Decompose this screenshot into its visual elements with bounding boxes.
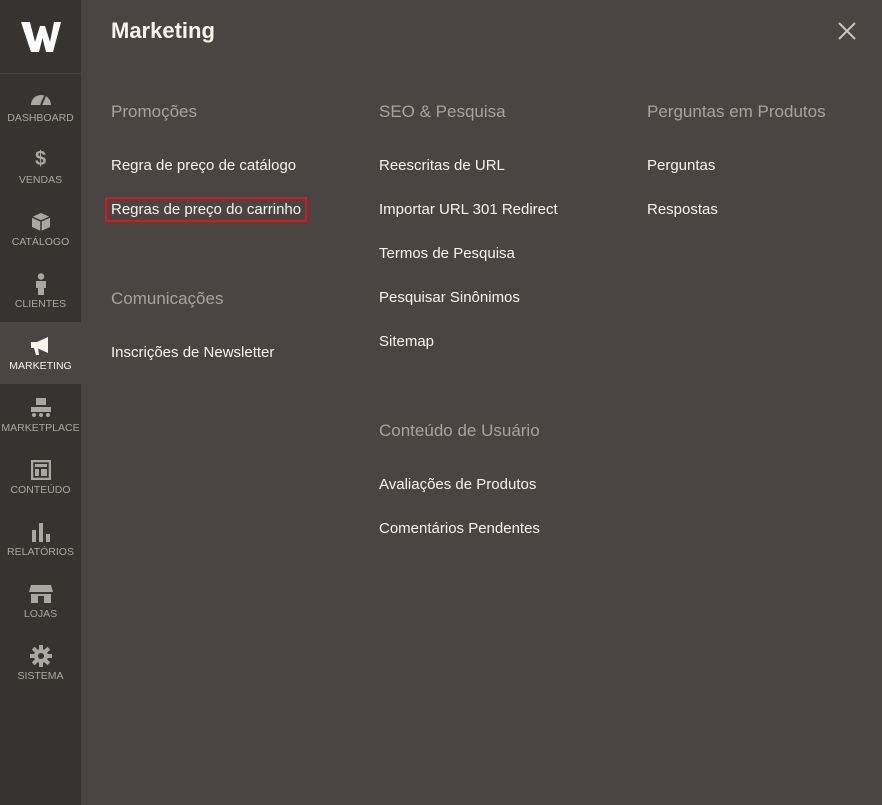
sidebar-item-lojas[interactable]: LOJAS bbox=[0, 570, 81, 632]
logo[interactable] bbox=[0, 0, 81, 74]
link-respostas[interactable]: Respostas bbox=[647, 201, 718, 218]
sidebar-item-marketplace[interactable]: MARKETPLACE bbox=[0, 384, 81, 446]
person-icon bbox=[35, 272, 47, 295]
close-button[interactable] bbox=[837, 21, 857, 41]
sidebar-item-label: RELATÓRIOS bbox=[7, 545, 74, 558]
group-title-perguntas: Perguntas em Produtos bbox=[647, 102, 826, 121]
sidebar-item-conteudo[interactable]: CONTEÚDO bbox=[0, 446, 81, 508]
link-regra-preco-catalogo[interactable]: Regra de preço de catálogo bbox=[111, 157, 296, 174]
store-icon bbox=[28, 583, 53, 605]
link-comentarios-pendentes[interactable]: Comentários Pendentes bbox=[379, 520, 540, 537]
sidebar-item-label: CLIENTES bbox=[14, 297, 67, 310]
group-title-seo: SEO & Pesquisa bbox=[379, 102, 506, 121]
sidebar-item-label: LOJAS bbox=[23, 607, 58, 620]
link-regras-preco-carrinho[interactable]: Regras de preço do carrinho bbox=[104, 197, 308, 222]
gauge-icon bbox=[30, 87, 52, 109]
marketing-menu-panel: Marketing Promoções Regra de preço de ca… bbox=[81, 0, 882, 805]
sidebar-item-label: MARKETING bbox=[9, 359, 72, 372]
bar-chart-icon bbox=[31, 521, 51, 543]
group-title-comunicacoes: Comunicações bbox=[111, 289, 224, 308]
link-termos-pesquisa[interactable]: Termos de Pesquisa bbox=[379, 245, 515, 262]
group-title-promocoes: Promoções bbox=[111, 102, 197, 121]
logo-icon bbox=[20, 21, 61, 52]
sidebar-item-dashboard[interactable]: DASHBOARD bbox=[0, 74, 81, 136]
layout-icon bbox=[30, 459, 51, 481]
sidebar-item-label: MARKETPLACE bbox=[1, 421, 80, 434]
marketplace-icon bbox=[29, 397, 53, 419]
group-title-conteudo-usuario: Conteúdo de Usuário bbox=[379, 421, 540, 440]
link-perguntas[interactable]: Perguntas bbox=[647, 157, 715, 174]
sidebar-item-clientes[interactable]: CLIENTES bbox=[0, 260, 81, 322]
sidebar-item-sistema[interactable]: SISTEMA bbox=[0, 632, 81, 694]
panel-title: Marketing bbox=[111, 18, 215, 43]
sidebar-item-marketing[interactable]: MARKETING bbox=[0, 322, 81, 384]
link-reescritas-url[interactable]: Reescritas de URL bbox=[379, 157, 505, 174]
link-sitemap[interactable]: Sitemap bbox=[379, 333, 434, 350]
link-pesquisar-sinonimos[interactable]: Pesquisar Sinônimos bbox=[379, 289, 520, 306]
sidebar-item-catalogo[interactable]: CATÁLOGO bbox=[0, 198, 81, 260]
sidebar-item-label: VENDAS bbox=[18, 173, 63, 186]
link-inscricoes-newsletter[interactable]: Inscrições de Newsletter bbox=[111, 344, 274, 361]
sidebar: DASHBOARD $ VENDAS CATÁLOGO CLIENTES MAR… bbox=[0, 0, 81, 805]
dollar-icon: $ bbox=[34, 148, 47, 170]
megaphone-icon bbox=[30, 335, 52, 357]
gear-icon bbox=[29, 644, 52, 667]
close-icon bbox=[838, 22, 856, 40]
sidebar-item-relatorios[interactable]: RELATÓRIOS bbox=[0, 508, 81, 570]
sidebar-item-vendas[interactable]: $ VENDAS bbox=[0, 136, 81, 198]
sidebar-item-label: CONTEÚDO bbox=[10, 483, 71, 496]
sidebar-item-label: SISTEMA bbox=[17, 669, 64, 682]
link-importar-url-301[interactable]: Importar URL 301 Redirect bbox=[379, 201, 558, 218]
sidebar-item-label: DASHBOARD bbox=[7, 111, 74, 124]
box-icon bbox=[31, 211, 51, 233]
sidebar-item-label: CATÁLOGO bbox=[11, 235, 70, 248]
link-avaliacoes-produtos[interactable]: Avaliações de Produtos bbox=[379, 476, 536, 493]
